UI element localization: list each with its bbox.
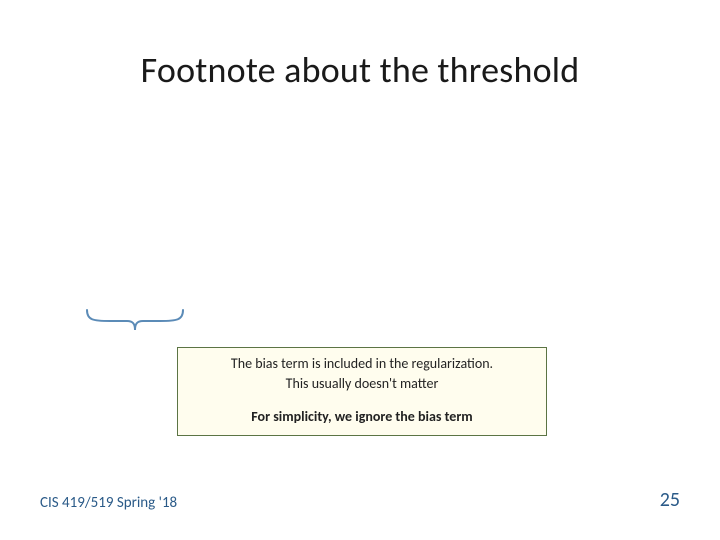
callout-line-2: This usually doesn't matter [188,375,536,394]
callout-line-3: For simplicity, we ignore the bias term [188,408,536,427]
brace-icon [85,308,185,343]
page-number: 25 [660,488,680,512]
callout-box: The bias term is included in the regular… [177,347,547,436]
callout-line-1: The bias term is included in the regular… [188,355,536,374]
page-title: Footnote about the threshold [0,48,720,92]
footer-course: CIS 419/519 Spring '18 [40,494,177,512]
